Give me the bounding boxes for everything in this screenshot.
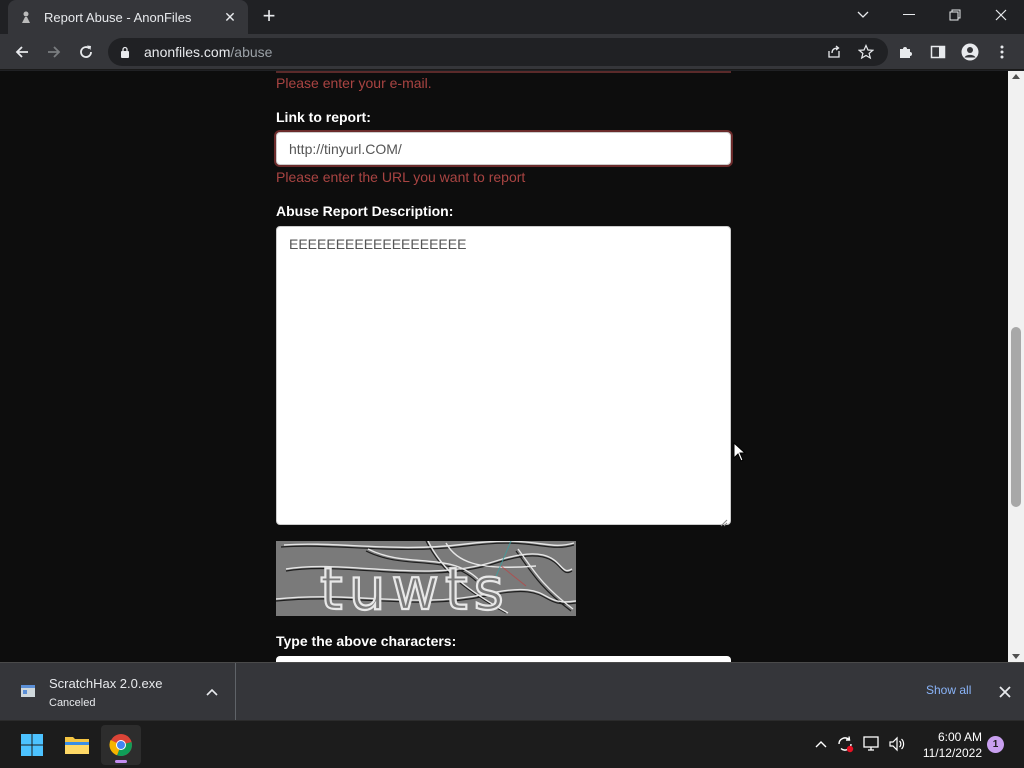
download-status: Canceled <box>49 697 96 709</box>
email-field-bottom-edge <box>276 71 731 73</box>
download-bar: ScratchHax 2.0.exe Canceled Show all <box>0 662 1024 721</box>
restore-button[interactable] <box>932 0 978 30</box>
url-path: /abuse <box>230 44 273 60</box>
bookmark-star-icon[interactable] <box>852 38 880 66</box>
chrome-taskbar-icon[interactable] <box>101 725 141 765</box>
share-icon[interactable] <box>820 38 848 66</box>
browser-toolbar: anonfiles.com/abuse <box>0 34 1024 70</box>
close-window-button[interactable] <box>978 0 1024 30</box>
tab-close-icon[interactable]: ✕ <box>222 9 238 25</box>
scroll-up-arrow-icon[interactable] <box>1012 74 1020 79</box>
tab-search-chevron-icon[interactable] <box>840 0 886 30</box>
download-file-name: ScratchHax 2.0.exe <box>49 676 163 691</box>
scroll-down-arrow-icon[interactable] <box>1012 654 1020 659</box>
extensions-puzzle-icon[interactable] <box>892 38 920 66</box>
forward-button[interactable] <box>40 38 68 66</box>
show-all-downloads-link[interactable]: Show all <box>926 683 971 697</box>
address-bar[interactable]: anonfiles.com/abuse <box>108 38 888 66</box>
show-hidden-icons-chevron-icon[interactable] <box>810 733 832 755</box>
tab-title: Report Abuse - AnonFiles <box>44 9 192 25</box>
link-to-report-input[interactable]: http://tinyurl.COM/ <box>276 132 731 165</box>
link-input-value: http://tinyurl.COM/ <box>289 140 402 157</box>
active-app-indicator <box>115 760 127 763</box>
email-error-message: Please enter your e-mail. <box>276 75 432 91</box>
description-textarea[interactable]: EEEEEEEEEEEEEEEEEEE <box>276 226 731 527</box>
url-host: anonfiles.com <box>144 44 231 60</box>
back-button[interactable] <box>8 38 36 66</box>
windows-taskbar: 6:00 AM 11/12/2022 <box>0 720 1024 768</box>
exe-file-icon <box>21 685 35 697</box>
description-label: Abuse Report Description: <box>276 203 454 219</box>
download-options-chevron-up-icon[interactable] <box>204 684 220 700</box>
page-viewport: Please enter your e-mail. Link to report… <box>0 71 1008 662</box>
clock-time: 6:00 AM <box>937 730 982 744</box>
menu-kebab-icon[interactable] <box>988 38 1016 66</box>
side-panel-icon[interactable] <box>924 38 952 66</box>
lock-icon[interactable] <box>120 45 134 59</box>
volume-speaker-icon[interactable] <box>886 733 908 755</box>
start-button-windows-icon[interactable] <box>12 725 52 765</box>
resize-grip-icon[interactable] <box>720 514 728 527</box>
captcha-image: tuwts <box>276 541 576 616</box>
captcha-label: Type the above characters: <box>276 633 457 649</box>
description-value: EEEEEEEEEEEEEEEEEEE <box>289 236 467 252</box>
captcha-text: tuwts <box>320 555 510 616</box>
sync-error-icon[interactable] <box>834 733 856 755</box>
close-download-bar-icon[interactable] <box>996 683 1014 701</box>
minimize-button[interactable] <box>886 0 932 30</box>
page-scrollbar[interactable] <box>1008 71 1024 662</box>
file-explorer-icon[interactable] <box>57 725 97 765</box>
scrollbar-thumb[interactable] <box>1011 327 1021 507</box>
taskbar-clock[interactable]: 6:00 AM 11/12/2022 <box>912 729 982 761</box>
link-label: Link to report: <box>276 109 371 125</box>
reload-button[interactable] <box>72 38 100 66</box>
link-error-message: Please enter the URL you want to report <box>276 169 526 185</box>
profile-avatar-icon[interactable] <box>956 38 984 66</box>
clock-date: 11/12/2022 <box>922 746 982 760</box>
mouse-cursor-icon <box>733 442 747 462</box>
new-tab-button[interactable]: + <box>258 5 280 28</box>
anonfiles-favicon-icon <box>18 9 34 25</box>
download-item[interactable]: ScratchHax 2.0.exe Canceled <box>0 663 236 721</box>
tab-report-abuse[interactable]: Report Abuse - AnonFiles ✕ <box>8 0 248 34</box>
network-icon[interactable] <box>861 733 883 755</box>
tab-strip: Report Abuse - AnonFiles ✕ + <box>0 0 1024 34</box>
notification-count-badge[interactable]: 1 <box>987 736 1004 753</box>
